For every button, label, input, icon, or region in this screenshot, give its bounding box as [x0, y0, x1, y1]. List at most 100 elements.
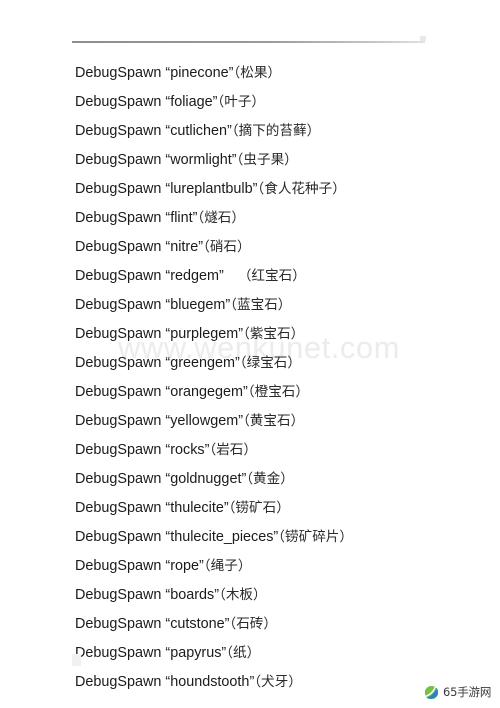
command-prefix: DebugSpawn: [75, 297, 162, 313]
command-item-translation: （木板）: [219, 587, 267, 603]
paren-close: ）: [246, 645, 261, 661]
quote-close: ”: [219, 268, 224, 284]
command-line: DebugSpawn “redgem” （红宝石）: [75, 267, 306, 285]
translation-text: 犬牙: [261, 674, 289, 690]
paren-close: ）: [276, 500, 290, 516]
command-prefix: DebugSpawn: [75, 413, 162, 429]
command-prefix: DebugSpawn: [75, 674, 162, 690]
command-item-id: nitre: [170, 239, 199, 255]
paren-open: （: [226, 645, 234, 661]
command-item-translation: （食人花种子）: [257, 181, 345, 197]
translation-text: 纸: [233, 645, 247, 661]
command-item-translation: （铹矿石）: [229, 500, 290, 516]
command-prefix: DebugSpawn: [75, 181, 162, 197]
translation-text: 铹矿石: [235, 500, 277, 516]
command-item-id: bluegem: [170, 297, 226, 313]
command-line: DebugSpawn “boards”（木板）: [75, 586, 267, 604]
command-item-translation: （松果）: [233, 65, 281, 81]
translation-text: 黄宝石: [249, 413, 291, 429]
translation-text: 橙宝石: [254, 384, 296, 400]
rule-end-artifact: [420, 36, 426, 41]
command-line: DebugSpawn “bluegem”（蓝宝石）: [75, 296, 291, 314]
translation-text: 燧石: [204, 210, 232, 226]
paren-open: （: [278, 529, 286, 545]
paren-close: ）: [306, 123, 321, 139]
command-item-id: goldnugget: [170, 471, 242, 487]
page-artifact: [72, 654, 81, 666]
command-line: DebugSpawn “cutstone”（石砖）: [75, 615, 277, 633]
command-line: DebugSpawn “lureplantbulb”（食人花种子）: [75, 180, 346, 198]
command-prefix: DebugSpawn: [75, 442, 162, 458]
command-item-id: lureplantbulb: [170, 181, 253, 197]
globe-swoosh-icon: [424, 685, 439, 699]
translation-text: 木板: [225, 587, 254, 603]
paren-open: （: [203, 239, 210, 255]
command-item-translation: （铹矿碎片）: [278, 529, 353, 545]
paren-close: ）: [292, 268, 306, 284]
site-logo-label: 65手游网: [443, 685, 492, 699]
command-prefix: DebugSpawn: [75, 239, 162, 255]
command-item-translation: （硝石）: [203, 239, 251, 255]
translation-text: 铹矿碎片: [285, 529, 340, 545]
translation-text: 红宝石: [251, 268, 293, 284]
paren-open: （: [230, 297, 238, 313]
command-prefix: DebugSpawn: [75, 616, 162, 632]
command-item-id: houndstooth: [170, 674, 250, 690]
command-item-id: cutstone: [170, 616, 225, 632]
command-item-id: thulecite: [170, 500, 224, 516]
translation-text: 绳子: [210, 558, 238, 574]
command-line: DebugSpawn “pinecone”（松果）: [75, 64, 281, 82]
command-item-id: redgem: [170, 268, 220, 284]
paren-close: ）: [237, 239, 251, 255]
command-item-translation: （摘下的苔藓）: [232, 123, 320, 139]
document-page: www.wenkunet.com DebugSpawn “pinecone”（松…: [0, 0, 500, 708]
command-prefix: DebugSpawn: [75, 384, 162, 400]
command-line: DebugSpawn “foliage”（叶子）: [75, 93, 265, 111]
command-prefix: DebugSpawn: [75, 558, 162, 574]
translation-text: 松果: [240, 65, 268, 81]
command-item-id: yellowgem: [170, 413, 239, 429]
paren-close: ）: [267, 65, 282, 81]
paren-close: ）: [231, 210, 245, 226]
paren-close: ）: [243, 442, 257, 458]
command-item-translation: （叶子）: [217, 94, 265, 110]
command-prefix: DebugSpawn: [75, 65, 162, 81]
command-item-translation: （黄金）: [246, 471, 294, 487]
command-prefix: DebugSpawn: [75, 326, 162, 342]
command-line: DebugSpawn “thulecite_pieces”（铹矿碎片）: [75, 528, 353, 546]
command-item-id: papyrus: [170, 645, 222, 661]
command-prefix: DebugSpawn: [75, 152, 162, 168]
paren-close: ）: [284, 152, 298, 168]
command-line: DebugSpawn “wormlight”（虫子果）: [75, 151, 298, 169]
paren-open: （: [231, 123, 239, 139]
paren-open: （: [243, 413, 250, 429]
paren-open: （: [243, 326, 250, 342]
translation-text: 蓝宝石: [237, 297, 278, 313]
command-item-id: thulecite_pieces: [170, 529, 274, 545]
top-horizontal-rule: [72, 41, 425, 43]
paren-close: ）: [251, 94, 265, 110]
command-item-translation: （燧石）: [197, 210, 245, 226]
command-item-translation: （紫宝石）: [243, 326, 304, 342]
command-item-translation: （犬牙）: [254, 674, 302, 690]
command-line: DebugSpawn “houndstooth”（犬牙）: [75, 673, 302, 691]
command-line: DebugSpawn “yellowgem”（黄宝石）: [75, 412, 304, 430]
translation-text: 绿宝石: [246, 355, 288, 371]
command-prefix: DebugSpawn: [75, 471, 162, 487]
command-prefix: DebugSpawn: [75, 529, 162, 545]
command-prefix: DebugSpawn: [75, 587, 162, 603]
paren-close: ）: [280, 471, 294, 487]
paren-open: （: [219, 587, 226, 603]
command-item-id: rocks: [170, 442, 205, 458]
paren-close: ）: [237, 558, 252, 574]
paren-close: ）: [263, 616, 277, 632]
translation-text: 岩石: [216, 442, 244, 458]
translation-text: 黄金: [253, 471, 281, 487]
command-item-translation: （红宝石）: [238, 268, 306, 284]
command-item-translation: （蓝宝石）: [230, 297, 291, 313]
command-item-id: greengem: [170, 355, 236, 371]
command-item-translation: （石砖）: [229, 616, 277, 632]
command-prefix: DebugSpawn: [75, 123, 162, 139]
command-item-translation: （绳子）: [204, 558, 252, 574]
command-line: DebugSpawn “purplegem”（紫宝石）: [75, 325, 304, 343]
